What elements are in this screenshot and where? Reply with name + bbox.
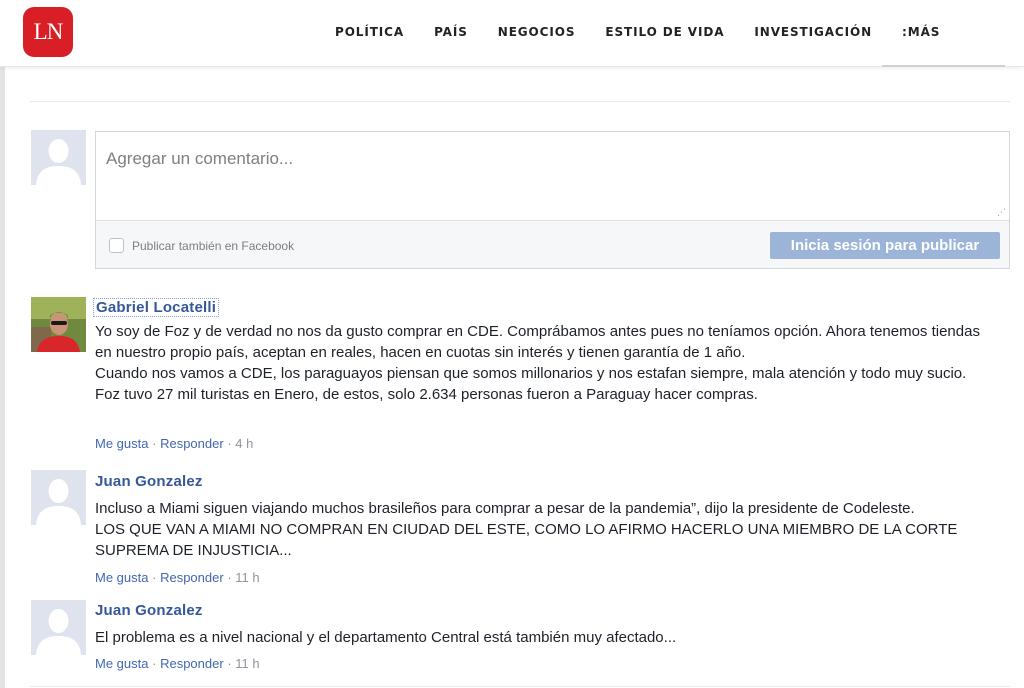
comment-body: El problema es a nivel nacional y el dep…	[95, 627, 1000, 648]
separator: ·	[227, 570, 232, 585]
like-link[interactable]: Me gusta	[95, 656, 148, 671]
site-logo[interactable]: LN	[23, 7, 73, 57]
comment-timestamp[interactable]: 4 h	[235, 436, 253, 451]
comment-paragraph: Yo soy de Foz y de verdad no nos da gust…	[95, 323, 980, 361]
nav-item-mas[interactable]: :MÁS	[902, 25, 940, 39]
comment-paragraph: Cuando nos vamos a CDE, los paraguayos p…	[95, 365, 967, 382]
nav-item-politica[interactable]: POLÍTICA	[335, 25, 404, 39]
comment-actions: Me gusta · Responder · 11 h	[95, 570, 260, 585]
comment-composer: Agregar un comentario... ⋰ Publicar tamb…	[95, 131, 1010, 269]
resize-grip-icon[interactable]: ⋰	[997, 208, 1006, 217]
separator: ·	[152, 570, 157, 585]
comment-author[interactable]: Gabriel Locatelli	[93, 298, 220, 317]
separator: ·	[152, 436, 157, 451]
separator: ·	[227, 436, 232, 451]
default-avatar-icon[interactable]	[31, 470, 86, 525]
like-link[interactable]: Me gusta	[95, 436, 148, 451]
comment-body: Yo soy de Foz y de verdad no nos da gust…	[95, 321, 1000, 405]
comment-paragraph: LOS QUE VAN A MIAMI NO COMPRAN EN CIUDAD…	[95, 521, 958, 559]
window-left-edge	[0, 0, 5, 688]
separator: ·	[227, 656, 232, 671]
site-header: LN POLÍTICA PAÍS NEGOCIOS ESTILO DE VIDA…	[0, 0, 1024, 67]
reply-link[interactable]: Responder	[160, 436, 224, 451]
nav-item-pais[interactable]: PAÍS	[434, 25, 468, 39]
default-avatar-icon[interactable]	[31, 600, 86, 655]
section-divider	[30, 686, 1010, 687]
comment-paragraph: Foz tuvo 27 mil turistas en Enero, de es…	[95, 386, 758, 403]
comment-input[interactable]: Agregar un comentario... ⋰	[96, 132, 1009, 221]
default-avatar-icon	[31, 130, 86, 185]
comment-paragraph: El problema es a nivel nacional y el dep…	[95, 629, 677, 646]
comment-input-placeholder: Agregar un comentario...	[106, 149, 294, 168]
reply-link[interactable]: Responder	[160, 570, 224, 585]
section-divider	[30, 101, 1010, 102]
like-link[interactable]: Me gusta	[95, 570, 148, 585]
facebook-share-label[interactable]: Publicar también en Facebook	[132, 239, 294, 253]
comment-timestamp[interactable]: 11 h	[235, 656, 259, 671]
user-photo-avatar[interactable]	[31, 297, 86, 352]
separator: ·	[152, 656, 157, 671]
facebook-share-checkbox[interactable]	[109, 238, 124, 253]
reply-link[interactable]: Responder	[160, 656, 224, 671]
nav-item-negocios[interactable]: NEGOCIOS	[498, 25, 576, 39]
login-to-post-button[interactable]: Inicia sesión para publicar	[770, 232, 1000, 259]
comment-body: Incluso a Miami siguen viajando muchos b…	[95, 498, 1000, 561]
nav-item-investigacion[interactable]: INVESTIGACIÓN	[754, 25, 872, 39]
main-nav: POLÍTICA PAÍS NEGOCIOS ESTILO DE VIDA IN…	[335, 25, 940, 39]
comment-actions: Me gusta · Responder · 11 h	[95, 656, 260, 671]
comment-timestamp[interactable]: 11 h	[235, 570, 259, 585]
comment-paragraph: Incluso a Miami siguen viajando muchos b…	[95, 500, 915, 517]
comment-actions: Me gusta · Responder · 4 h	[95, 436, 253, 451]
nav-item-estilo-de-vida[interactable]: ESTILO DE VIDA	[605, 25, 724, 39]
comment-author[interactable]: Juan Gonzalez	[95, 602, 203, 619]
comment-author[interactable]: Juan Gonzalez	[95, 473, 203, 490]
nav-underline	[882, 65, 1005, 67]
